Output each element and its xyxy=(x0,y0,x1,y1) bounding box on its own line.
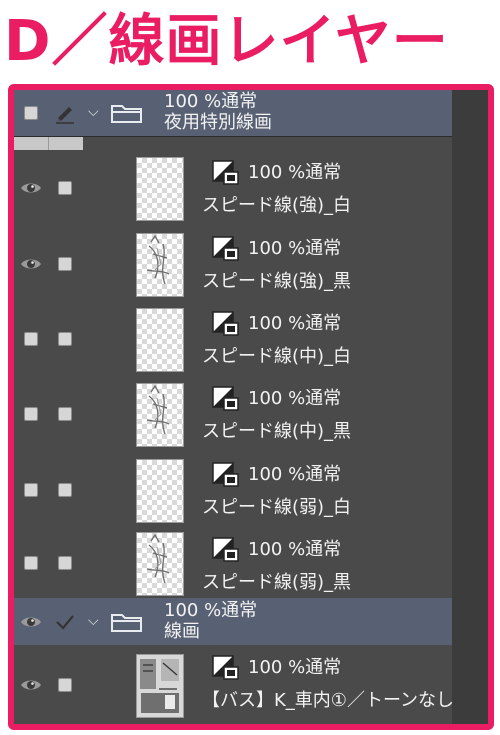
layer-color-icon xyxy=(212,655,240,685)
layer-name: スピード線(中)_白 xyxy=(202,346,352,367)
page-title: D／線画レイヤー xyxy=(4,9,449,74)
layer-name: スピード線(強)_黒 xyxy=(202,271,352,292)
layer-thumbnail xyxy=(136,383,184,447)
layer-color-icon xyxy=(212,537,240,567)
edit-checkbox[interactable] xyxy=(48,527,82,598)
visibility-checkbox[interactable] xyxy=(14,452,48,527)
chevron-down-icon[interactable]: ⌵ xyxy=(88,104,99,120)
blend-mode-label: 100 %通常 xyxy=(248,313,342,334)
check-icon[interactable] xyxy=(48,598,82,645)
layer-row[interactable]: 100 %通常スピード線(弱)_白 xyxy=(14,452,452,528)
blend-mode-label: 100 %通常 xyxy=(248,539,342,560)
layer-folder-row[interactable]: ⌵ 100 %通常 夜用特別線画 xyxy=(14,90,452,137)
visibility-checkbox[interactable] xyxy=(14,527,48,598)
layer-color-icon xyxy=(212,462,240,492)
layer-row[interactable]: 100 %通常スピード線(弱)_黒 xyxy=(14,527,452,599)
layer-color-icon xyxy=(212,236,240,266)
layer-panel: ⌵ 100 %通常 夜用特別線画 100 %通常 スピード線(強)_白 100 %通常 スピ… xyxy=(8,84,494,730)
folder-label: 100 %通常 夜用特別線画 xyxy=(164,91,272,133)
layer-thumbnail xyxy=(136,307,184,372)
visibility-checkbox[interactable] xyxy=(14,301,48,376)
layer-thumbnail xyxy=(136,157,184,221)
layer-name: スピード線(中)_黒 xyxy=(202,421,352,442)
edit-checkbox[interactable] xyxy=(48,226,82,301)
layer-color-icon xyxy=(212,160,240,190)
layer-thumbnail xyxy=(136,531,184,596)
folder-icon xyxy=(110,102,144,128)
layer-row[interactable]: 100 %通常スピード線(強)_黒 xyxy=(14,226,452,302)
blend-mode-label: 100 %通常 xyxy=(248,388,342,409)
folder-label: 100 %通常 線画 xyxy=(164,600,257,642)
scrollbar-track[interactable] xyxy=(452,90,488,724)
folder-name: 線画 xyxy=(164,620,200,642)
visibility-checkbox[interactable] xyxy=(14,90,48,136)
blend-mode-label: 100 %通常 xyxy=(248,464,342,485)
layer-name: スピード線(弱)_黒 xyxy=(202,572,352,593)
pen-icon[interactable] xyxy=(48,90,82,136)
layer-color-icon xyxy=(212,386,240,416)
edit-checkbox[interactable] xyxy=(48,376,82,452)
layer-row[interactable]: 100 %通常スピード線(中)_黒 xyxy=(14,376,452,453)
layer-name: 【バス】K_車内①／トーンなし xyxy=(202,690,455,711)
layer-folder-row[interactable]: ⌵ 100 %通常 線画 xyxy=(14,598,452,646)
eye-icon[interactable] xyxy=(14,150,48,226)
blend-mode-label: 100 %通常 xyxy=(164,91,258,112)
edit-checkbox[interactable] xyxy=(48,150,82,226)
folder-name: 夜用特別線画 xyxy=(164,112,272,133)
eye-icon[interactable] xyxy=(14,226,48,301)
layer-name: スピード線(弱)_白 xyxy=(202,497,352,518)
blend-mode-label: 100 %通常 xyxy=(248,162,342,183)
chevron-down-icon[interactable]: ⌵ xyxy=(88,613,99,629)
layer-thumbnail xyxy=(136,653,184,718)
layer-name: スピード線(強)_白 xyxy=(202,195,352,216)
visibility-checkbox[interactable] xyxy=(14,376,48,452)
blend-mode-label: 100 %通常 xyxy=(164,599,258,621)
layer-row[interactable]: 100 %通常【バス】K_車内①／トーンなし xyxy=(14,645,455,724)
blend-mode-label: 100 %通常 xyxy=(248,657,342,678)
layer-row[interactable]: 100 %通常スピード線(中)_白 xyxy=(14,301,452,377)
layer-color-icon xyxy=(212,311,240,341)
layer-thumbnail xyxy=(136,458,184,523)
eye-icon[interactable] xyxy=(14,645,48,724)
eye-icon[interactable] xyxy=(14,598,48,645)
folder-icon xyxy=(110,611,144,637)
edit-checkbox[interactable] xyxy=(48,301,82,376)
layer-row[interactable]: 100 %通常スピード線(強)_白 xyxy=(14,150,452,227)
blend-mode-label: 100 %通常 xyxy=(248,238,342,259)
edit-checkbox[interactable] xyxy=(48,645,82,724)
edit-checkbox[interactable] xyxy=(48,452,82,527)
layer-thumbnail xyxy=(136,232,184,297)
